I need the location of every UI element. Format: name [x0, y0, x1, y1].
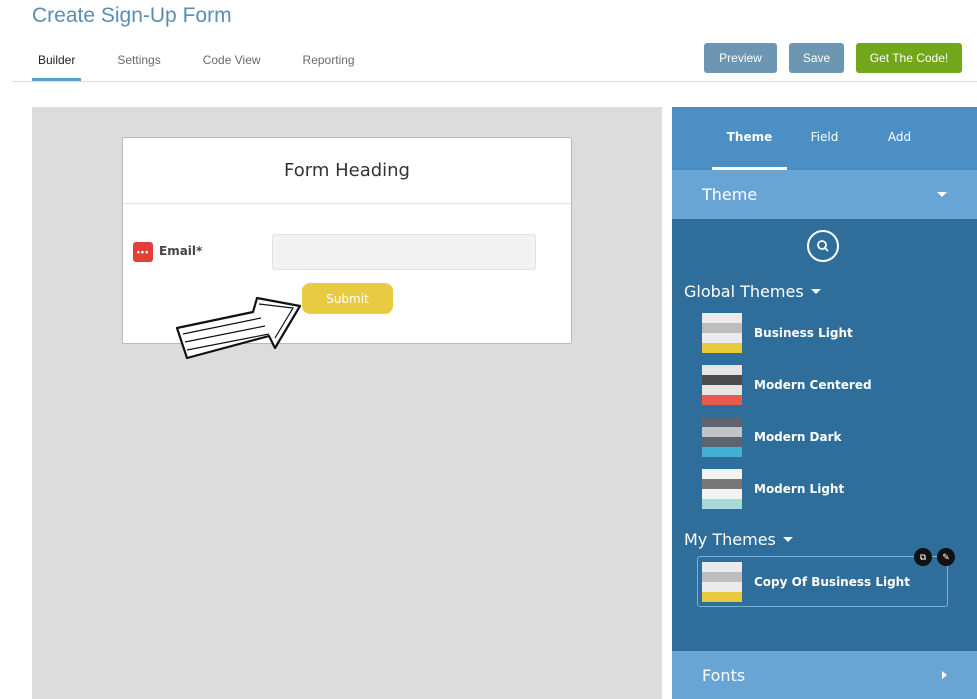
theme-section-label: Theme	[702, 185, 758, 204]
theme-section-header[interactable]: Theme	[672, 170, 977, 219]
swatch-band	[702, 572, 742, 582]
swatch-band	[702, 427, 742, 437]
fonts-section-header[interactable]: Fonts	[672, 651, 977, 699]
panel-tab-field[interactable]: Field	[787, 107, 862, 170]
page-title: Create Sign-Up Form	[32, 4, 232, 27]
swatch-band	[702, 313, 742, 323]
theme-swatch	[702, 469, 742, 509]
preview-button[interactable]: Preview	[704, 43, 777, 73]
tab-settings[interactable]: Settings	[111, 53, 166, 81]
chevron-down-icon	[782, 537, 793, 542]
swatch-band	[702, 323, 742, 333]
save-button[interactable]: Save	[789, 43, 844, 73]
chevron-right-icon	[942, 671, 947, 679]
swatch-band	[702, 333, 742, 343]
panel-tab-theme[interactable]: Theme	[712, 107, 787, 170]
fonts-section-label: Fonts	[702, 665, 746, 685]
header-divider	[12, 81, 977, 82]
swatch-band	[702, 395, 742, 405]
top-nav-tabs: Builder Settings Code View Reporting	[32, 53, 391, 81]
form-heading[interactable]: Form Heading	[123, 138, 571, 204]
hand-drawn-arrow-icon	[175, 296, 302, 360]
theme-business-light[interactable]: Business Light	[702, 313, 853, 353]
theme-modern-centered[interactable]: Modern Centered	[702, 365, 872, 405]
my-themes-label: My Themes	[684, 530, 776, 549]
theme-modern-dark[interactable]: Modern Dark	[702, 417, 842, 457]
chevron-down-icon	[810, 289, 821, 294]
swatch-band	[702, 582, 742, 592]
email-field-icon[interactable]: •••	[133, 242, 153, 262]
search-icon[interactable]	[807, 230, 839, 262]
theme-name: Copy Of Business Light	[754, 575, 910, 589]
builder-canvas: Form Heading ••• Email* Submit	[32, 107, 662, 699]
panel-tabs: Theme Field Add	[672, 107, 977, 170]
swatch-band	[702, 479, 742, 489]
my-themes-heading[interactable]: My Themes	[684, 530, 793, 549]
swatch-band	[702, 375, 742, 385]
theme-name: Modern Centered	[754, 378, 872, 392]
swatch-band	[702, 417, 742, 427]
tab-code-view[interactable]: Code View	[197, 53, 267, 81]
theme-swatch	[702, 313, 742, 353]
panel-tab-add[interactable]: Add	[862, 107, 937, 170]
edit-pencil-icon[interactable]: ✎	[937, 548, 955, 566]
swatch-band	[702, 469, 742, 479]
swatch-band	[702, 447, 742, 457]
page: Create Sign-Up Form Builder Settings Cod…	[0, 0, 977, 699]
tab-reporting[interactable]: Reporting	[297, 53, 361, 81]
global-themes-label: Global Themes	[684, 282, 804, 301]
email-field-label: Email*	[159, 244, 203, 258]
swatch-band	[702, 489, 742, 499]
get-code-button[interactable]: Get The Code!	[856, 43, 962, 73]
theme-name: Modern Dark	[754, 430, 842, 444]
swatch-band	[702, 562, 742, 572]
theme-panel: Theme Field Add Theme Global Themes Busi…	[672, 107, 977, 699]
theme-name: Modern Light	[754, 482, 845, 496]
theme-swatch	[702, 365, 742, 405]
swatch-band	[702, 343, 742, 353]
global-themes-heading[interactable]: Global Themes	[684, 282, 821, 301]
submit-button[interactable]: Submit	[302, 283, 393, 314]
theme-swatch	[702, 562, 742, 602]
swatch-band	[702, 499, 742, 509]
swatch-band	[702, 365, 742, 375]
swatch-band	[702, 592, 742, 602]
swatch-band	[702, 385, 742, 395]
chevron-down-icon	[937, 192, 947, 197]
swatch-band	[702, 437, 742, 447]
theme-copy-of-business-light[interactable]: Copy Of Business Light	[702, 562, 910, 602]
email-input[interactable]	[272, 234, 536, 270]
theme-name: Business Light	[754, 326, 853, 340]
theme-swatch	[702, 417, 742, 457]
tab-builder[interactable]: Builder	[32, 53, 82, 81]
copy-icon[interactable]: ⧉	[914, 548, 932, 566]
theme-modern-light[interactable]: Modern Light	[702, 469, 844, 509]
